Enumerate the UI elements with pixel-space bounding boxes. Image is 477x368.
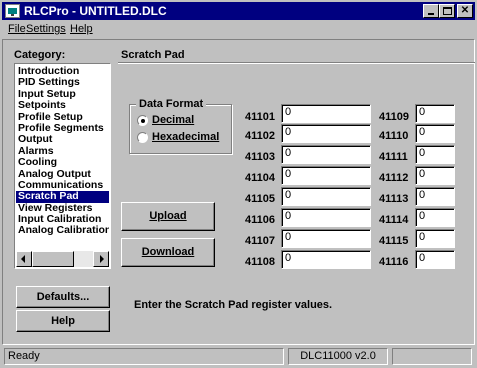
register-label: 41110 — [379, 130, 409, 142]
scroll-right-button[interactable] — [93, 251, 109, 267]
defaults-button[interactable]: Defaults... — [16, 286, 110, 308]
list-item-scratch-pad[interactable]: Scratch Pad — [16, 191, 109, 203]
list-item-input-setup[interactable]: Input Setup — [16, 89, 109, 100]
register-label: 41101 — [245, 111, 275, 123]
app-icon[interactable] — [5, 4, 20, 18]
register-field[interactable]: 0 — [281, 104, 371, 123]
window-title: RLCPro - UNTITLED.DLC — [24, 4, 167, 18]
close-button[interactable]: ✕ — [457, 4, 473, 18]
register-label: 41106 — [245, 214, 275, 226]
menu-file[interactable]: File — [8, 23, 26, 35]
radio-hexadecimal-circle[interactable] — [137, 132, 148, 143]
register-label: 41114 — [379, 214, 409, 226]
app-window: RLCPro - UNTITLED.DLC ✕ File Settings He… — [0, 0, 477, 368]
register-label: 41102 — [245, 130, 275, 142]
category-list-scrollbar[interactable] — [16, 251, 109, 267]
register-label: 41112 — [379, 172, 409, 184]
upload-label: Upload — [149, 210, 187, 222]
register-label: 41105 — [245, 193, 275, 205]
radio-hexadecimal[interactable]: Hexadecimal — [137, 131, 237, 145]
category-heading: Category: — [14, 49, 66, 61]
list-item-input-calibration[interactable]: Input Calibration — [16, 214, 109, 225]
download-button[interactable]: Download — [121, 238, 215, 267]
help-button[interactable]: Help — [16, 310, 110, 332]
close-icon: ✕ — [460, 5, 470, 16]
radio-selected-dot — [141, 119, 145, 123]
panel-title: Scratch Pad — [121, 49, 185, 61]
register-field[interactable]: 0 — [281, 145, 371, 164]
radio-hexadecimal-label[interactable]: Hexadecimal — [152, 131, 219, 143]
header-divider — [118, 62, 475, 64]
menu-settings[interactable]: Settings — [26, 23, 66, 35]
register-field[interactable]: 0 — [415, 208, 455, 227]
menu-help[interactable]: Help — [70, 23, 93, 35]
menu-bar: File Settings Help — [2, 20, 475, 38]
register-field[interactable]: 0 — [415, 166, 455, 185]
list-item-profile-setup[interactable]: Profile Setup — [16, 112, 109, 123]
data-format-legend: Data Format — [136, 98, 207, 110]
register-label: 41104 — [245, 172, 275, 184]
list-item-setpoints[interactable]: Setpoints — [16, 100, 109, 111]
status-pane-empty — [392, 348, 472, 365]
register-label: 41108 — [245, 256, 275, 268]
status-text: Ready — [4, 348, 284, 365]
register-field[interactable]: 0 — [281, 208, 371, 227]
minimize-icon — [428, 13, 434, 15]
menu-help-label: Help — [70, 23, 93, 35]
version-text: DLC11000 v2.0 — [288, 348, 388, 365]
minimize-button[interactable] — [423, 4, 439, 18]
radio-decimal[interactable]: Decimal — [137, 114, 237, 128]
title-bar[interactable]: RLCPro - UNTITLED.DLC ✕ — [2, 2, 475, 20]
list-item-alarms[interactable]: Alarms — [16, 146, 109, 157]
scrollbar-thumb[interactable] — [32, 251, 74, 267]
register-field[interactable]: 0 — [281, 187, 371, 206]
category-list[interactable]: Introduction PID Settings Input Setup Se… — [14, 63, 111, 269]
register-field[interactable]: 0 — [415, 229, 455, 248]
list-item-analog-output[interactable]: Analog Output — [16, 169, 109, 180]
scroll-left-button[interactable] — [16, 251, 32, 267]
register-field[interactable]: 0 — [281, 124, 371, 143]
list-item-pid-settings[interactable]: PID Settings — [16, 77, 109, 88]
list-item-analog-calibration[interactable]: Analog Calibration — [16, 225, 109, 236]
status-bar: Ready DLC11000 v2.0 — [2, 347, 475, 366]
maximize-button[interactable] — [439, 4, 455, 18]
register-field[interactable]: 0 — [415, 187, 455, 206]
upload-button[interactable]: Upload — [121, 202, 215, 231]
register-field[interactable]: 0 — [281, 166, 371, 185]
list-item-output[interactable]: Output — [16, 134, 109, 145]
register-field[interactable]: 0 — [281, 250, 371, 269]
register-field[interactable]: 0 — [281, 229, 371, 248]
list-item-cooling[interactable]: Cooling — [16, 157, 109, 168]
register-label: 41107 — [245, 235, 275, 247]
register-field[interactable]: 0 — [415, 250, 455, 269]
register-label: 41111 — [379, 151, 408, 163]
instruction-text: Enter the Scratch Pad register values. — [134, 299, 333, 311]
register-label: 41116 — [379, 256, 409, 268]
register-label: 41103 — [245, 151, 275, 163]
register-field[interactable]: 0 — [415, 145, 455, 164]
register-label: 41115 — [379, 235, 409, 247]
list-item-communications[interactable]: Communications — [16, 180, 109, 191]
register-label: 41113 — [379, 193, 409, 205]
register-field[interactable]: 0 — [415, 104, 455, 123]
menu-settings-label: Settings — [26, 23, 66, 35]
category-list-items: Introduction PID Settings Input Setup Se… — [16, 66, 109, 252]
scroll-right-icon — [100, 255, 104, 263]
menu-file-label: File — [8, 23, 26, 35]
register-field[interactable]: 0 — [415, 124, 455, 143]
list-item-profile-segments[interactable]: Profile Segments — [16, 123, 109, 134]
list-item-view-registers[interactable]: View Registers — [16, 203, 109, 214]
scroll-left-icon — [21, 255, 25, 263]
register-label: 41109 — [379, 111, 409, 123]
maximize-icon — [443, 7, 452, 15]
list-item-introduction[interactable]: Introduction — [16, 66, 109, 77]
radio-decimal-label[interactable]: Decimal — [152, 114, 194, 126]
data-format-group — [129, 104, 232, 154]
radio-decimal-circle[interactable] — [137, 115, 148, 126]
download-label: Download — [141, 246, 195, 258]
